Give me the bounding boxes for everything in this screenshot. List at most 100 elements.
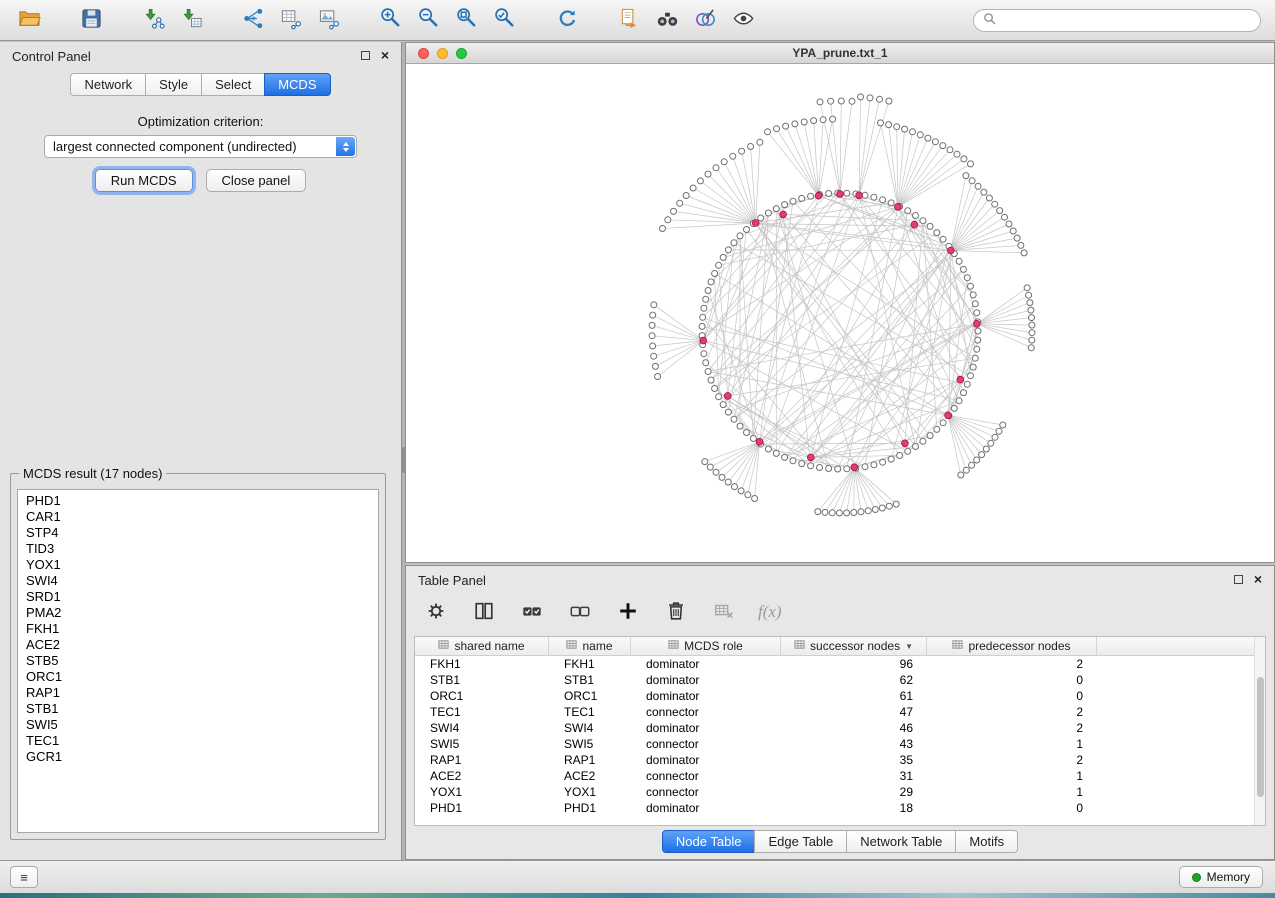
window-zoom-icon[interactable] (456, 48, 467, 59)
mcds-result-item[interactable]: PMA2 (26, 605, 378, 621)
save-button[interactable] (72, 4, 110, 36)
network-title: YPA_prune.txt_1 (792, 46, 887, 60)
mcds-result-item[interactable]: STB1 (26, 701, 378, 717)
float-panel-icon[interactable] (361, 51, 370, 60)
table-row[interactable]: FKH1FKH1dominator962 (415, 656, 1265, 672)
import-network-button[interactable] (134, 4, 172, 36)
mcds-result-item[interactable]: ORC1 (26, 669, 378, 685)
table-row[interactable]: ORC1ORC1dominator610 (415, 688, 1265, 704)
table-scrollbar[interactable] (1254, 637, 1265, 825)
settings-gear-button[interactable] (422, 598, 450, 626)
column-header-MCDS-role[interactable]: MCDS role (631, 637, 781, 655)
export-image-button[interactable] (310, 4, 348, 36)
zoom-in-button[interactable] (372, 4, 410, 36)
mcds-result-item[interactable]: STP4 (26, 525, 378, 541)
column-header-successor-nodes[interactable]: successor nodes▼ (781, 637, 927, 655)
export-table-button[interactable] (272, 4, 310, 36)
mcds-result-list[interactable]: PHD1CAR1STP4TID3YOX1SWI4SRD1PMA2FKH1ACE2… (17, 489, 379, 833)
zoom-fit-button[interactable] (448, 4, 486, 36)
tab-mcds[interactable]: MCDS (264, 73, 330, 96)
open-folder-button[interactable] (10, 4, 48, 36)
select-all-button[interactable] (518, 598, 546, 626)
memory-button[interactable]: Memory (1179, 866, 1263, 888)
control-panel-tabs: NetworkStyleSelectMCDS (70, 73, 330, 96)
table-tab-node-table[interactable]: Node Table (662, 830, 756, 853)
mcds-result-item[interactable]: TEC1 (26, 733, 378, 749)
mcds-result-item[interactable]: FKH1 (26, 621, 378, 637)
import-table-button[interactable] (172, 4, 210, 36)
column-header-name[interactable]: name (549, 637, 631, 655)
network-graph[interactable] (406, 64, 1274, 562)
toolbar-group (134, 4, 210, 36)
delete-rows-button[interactable] (662, 598, 690, 626)
criterion-dropdown[interactable]: largest connected component (undirected) (44, 135, 357, 158)
table-cell: 1 (927, 785, 1097, 799)
table-row[interactable]: SWI4SWI4dominator462 (415, 720, 1265, 736)
tab-style[interactable]: Style (145, 73, 202, 96)
table-scrollbar-thumb[interactable] (1257, 677, 1264, 797)
column-filter-caret-icon[interactable]: ▼ (905, 642, 913, 651)
delete-rows-icon (665, 600, 687, 625)
mcds-result-item[interactable]: SWI4 (26, 573, 378, 589)
mcds-result-item[interactable]: ACE2 (26, 637, 378, 653)
mcds-result-item[interactable]: CAR1 (26, 509, 378, 525)
mcds-result-item[interactable]: RAP1 (26, 685, 378, 701)
tab-network[interactable]: Network (70, 73, 146, 96)
mcds-result-item[interactable]: SWI5 (26, 717, 378, 733)
show-graphics-button[interactable] (724, 4, 762, 36)
table-cell: 1 (927, 737, 1097, 751)
zoom-selected-button[interactable] (486, 4, 524, 36)
add-row-button[interactable] (614, 598, 642, 626)
mcds-result-item[interactable]: GCR1 (26, 749, 378, 765)
window-minimize-icon[interactable] (437, 48, 448, 59)
tab-select[interactable]: Select (201, 73, 265, 96)
table-row[interactable]: YOX1YOX1connector291 (415, 784, 1265, 800)
column-header-predecessor-nodes[interactable]: predecessor nodes (927, 637, 1097, 655)
show-columns-icon (473, 600, 495, 625)
deselect-all-button[interactable] (566, 598, 594, 626)
apply-style-button[interactable] (686, 4, 724, 36)
column-header-shared-name[interactable]: shared name (415, 637, 549, 655)
table-cell: 47 (781, 705, 927, 719)
table-tab-edge-table[interactable]: Edge Table (754, 830, 847, 853)
close-table-panel-icon[interactable]: × (1254, 574, 1262, 584)
mcds-result-item[interactable]: STB5 (26, 653, 378, 669)
table-cell: YOX1 (549, 785, 631, 799)
table-row[interactable]: STB1STB1dominator620 (415, 672, 1265, 688)
network-canvas[interactable] (406, 64, 1274, 562)
main-toolbar (0, 0, 1275, 41)
table-cell: SWI5 (415, 737, 549, 751)
table-row[interactable]: SWI5SWI5connector431 (415, 736, 1265, 752)
table-row[interactable]: PHD1PHD1dominator180 (415, 800, 1265, 816)
table-tab-motifs[interactable]: Motifs (955, 830, 1018, 853)
float-table-panel-icon[interactable] (1234, 575, 1243, 584)
add-row-icon (617, 600, 639, 625)
copy-document-button[interactable] (610, 4, 648, 36)
node-table: shared namenameMCDS rolesuccessor nodes▼… (414, 636, 1266, 826)
close-panel-button[interactable]: Close panel (206, 169, 307, 192)
column-sort-icon (438, 639, 449, 653)
table-cell: 43 (781, 737, 927, 751)
column-sort-icon (668, 639, 679, 653)
mcds-result-item[interactable]: PHD1 (26, 493, 378, 509)
window-close-icon[interactable] (418, 48, 429, 59)
table-toolbar: f(x) (422, 596, 782, 628)
table-row[interactable]: ACE2ACE2connector311 (415, 768, 1265, 784)
mcds-result-item[interactable]: TID3 (26, 541, 378, 557)
mcds-result-item[interactable]: YOX1 (26, 557, 378, 573)
table-cell: connector (631, 785, 781, 799)
run-mcds-button[interactable]: Run MCDS (95, 169, 193, 192)
show-columns-button[interactable] (470, 598, 498, 626)
panel-menu-button[interactable]: ≡ (10, 866, 38, 888)
new-network-button[interactable] (234, 4, 272, 36)
refresh-layout-button[interactable] (548, 4, 586, 36)
mcds-result-item[interactable]: SRD1 (26, 589, 378, 605)
search-network-button[interactable] (648, 4, 686, 36)
search-box[interactable] (973, 9, 1261, 32)
close-panel-icon[interactable]: × (381, 50, 389, 60)
search-input[interactable] (1002, 13, 1251, 29)
table-tab-network-table[interactable]: Network Table (846, 830, 956, 853)
table-row[interactable]: RAP1RAP1dominator352 (415, 752, 1265, 768)
table-row[interactable]: TEC1TEC1connector472 (415, 704, 1265, 720)
zoom-out-button[interactable] (410, 4, 448, 36)
